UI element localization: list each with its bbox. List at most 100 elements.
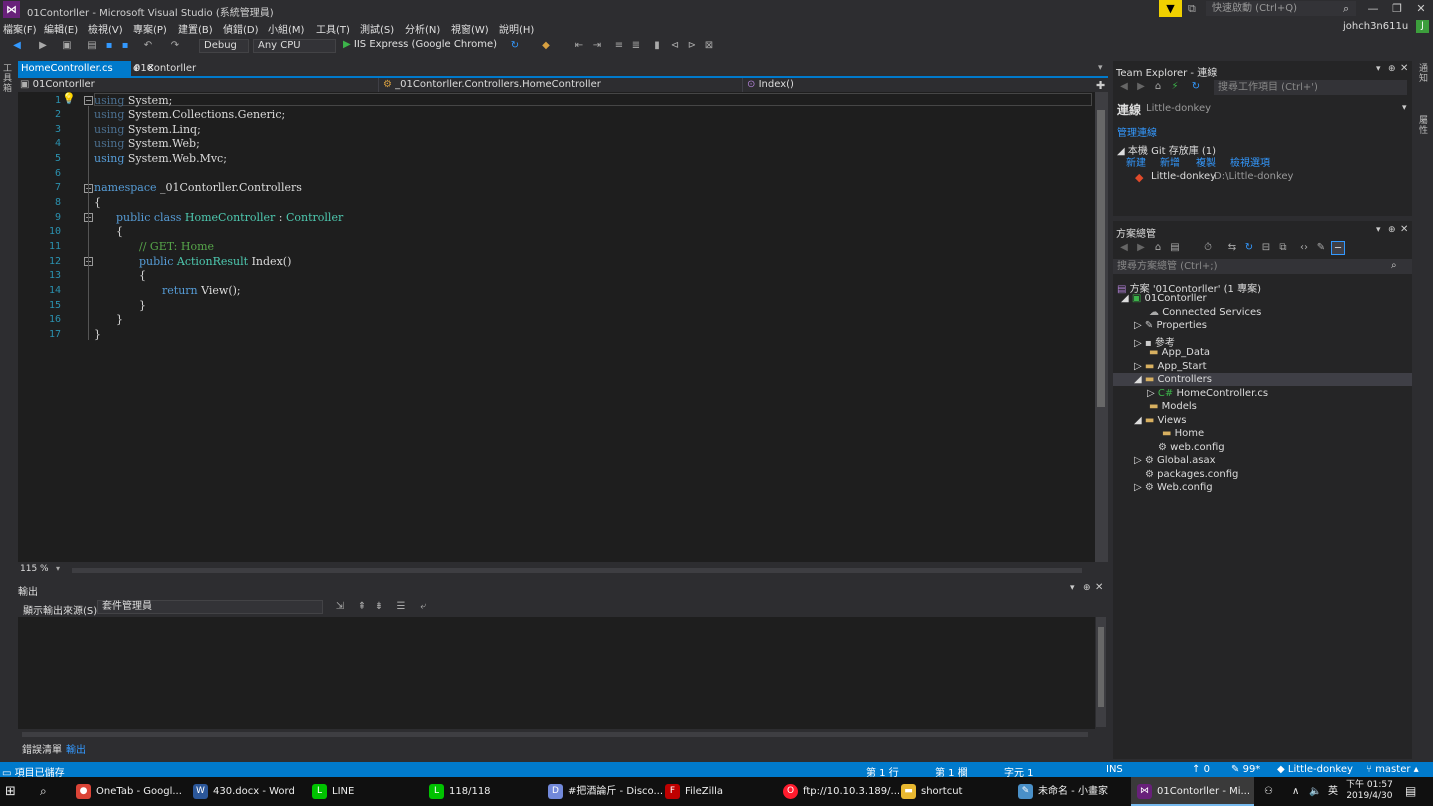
- find-message-icon[interactable]: ⇲: [333, 600, 347, 614]
- ime-indicator[interactable]: 英: [1328, 777, 1338, 806]
- prev-message-icon[interactable]: ⇞: [355, 600, 369, 614]
- home-icon[interactable]: ⌂: [1151, 80, 1165, 94]
- tab-output[interactable]: 輸出: [66, 741, 86, 756]
- refresh-icon[interactable]: ↻: [1242, 241, 1256, 255]
- section-dropdown-icon[interactable]: ▾: [1402, 103, 1407, 113]
- taskbar-word[interactable]: W 430.docx - Word: [193, 777, 295, 806]
- tree-item-home[interactable]: ▬ Home: [1162, 428, 1204, 439]
- restore-button[interactable]: ❐: [1386, 1, 1408, 17]
- notification-flag-icon[interactable]: ▼: [1159, 0, 1182, 17]
- back-icon[interactable]: ◀: [10, 39, 24, 53]
- clock[interactable]: 下午 01:57 2019/4/30: [1346, 780, 1393, 802]
- panel-pin-icon[interactable]: ⊕: [1083, 583, 1091, 593]
- panel-menu-icon[interactable]: ▾: [1070, 583, 1075, 593]
- save-icon[interactable]: ▪: [102, 39, 116, 53]
- feedback-icon[interactable]: ⧉: [1188, 2, 1196, 16]
- panel-pin-icon[interactable]: ⊕: [1388, 64, 1396, 74]
- class-combo[interactable]: ⚙ _01Contorller.Controllers.HomeControll…: [383, 78, 743, 92]
- start-button[interactable]: ⊞: [5, 777, 16, 806]
- save-all-icon[interactable]: ▪: [118, 39, 132, 53]
- bookmark-icon[interactable]: ▮: [650, 39, 664, 53]
- tree-item-app-data[interactable]: ▬ App_Data: [1149, 347, 1210, 358]
- panel-close-icon[interactable]: ✕: [1400, 63, 1408, 74]
- panel-pin-icon[interactable]: ⊕: [1388, 225, 1396, 235]
- forward-icon[interactable]: ▶: [1134, 80, 1148, 94]
- menu-build[interactable]: 建置(B): [178, 21, 213, 36]
- tree-item-global-asax[interactable]: ▷ ⚙ Global.asax: [1134, 455, 1216, 466]
- taskbar-filezilla[interactable]: F FileZilla: [665, 777, 723, 806]
- repo-action-new[interactable]: 新建: [1126, 154, 1146, 169]
- tree-item-app-start[interactable]: ▷ ▬ App_Start: [1134, 361, 1207, 372]
- tree-item-packages-config[interactable]: ⚙ packages.config: [1145, 469, 1238, 480]
- notification-center-icon[interactable]: ▤: [1405, 777, 1416, 806]
- status-repo[interactable]: ◆ Little-donkey: [1277, 764, 1353, 775]
- new-project-icon[interactable]: ▣: [60, 39, 74, 53]
- work-item-search-input[interactable]: 搜尋工作項目 (Ctrl+'): [1214, 80, 1407, 95]
- open-file-icon[interactable]: ▤: [85, 39, 99, 53]
- toolbox-tab[interactable]: 工具箱: [3, 64, 13, 94]
- comment-icon[interactable]: ≡: [612, 39, 626, 53]
- refresh-icon[interactable]: ↻: [1189, 80, 1203, 94]
- config-select[interactable]: Debug: [199, 39, 249, 53]
- browser-link-icon[interactable]: ◆: [539, 39, 553, 53]
- project-combo[interactable]: ▣ 01Contorller: [20, 78, 379, 92]
- notifications-tab[interactable]: 通知: [1419, 64, 1429, 84]
- tree-item-project[interactable]: ◢ ▣ 01Contorller: [1121, 293, 1207, 304]
- step-icon[interactable]: ⇤: [572, 39, 586, 53]
- people-icon[interactable]: ⚇: [1264, 777, 1273, 806]
- panel-menu-icon[interactable]: ▾: [1376, 225, 1381, 235]
- platform-select[interactable]: Any CPU: [253, 39, 336, 53]
- menu-analyze[interactable]: 分析(N): [405, 21, 440, 36]
- menu-window[interactable]: 視窗(W): [451, 21, 489, 36]
- editor-scroll-thumb[interactable]: [1097, 110, 1105, 407]
- repo-context[interactable]: Little-donkey: [1146, 103, 1211, 114]
- uncomment-icon[interactable]: ≣: [629, 39, 643, 53]
- panel-close-icon[interactable]: ✕: [1400, 224, 1408, 235]
- menu-file[interactable]: 檔案(F): [3, 21, 37, 36]
- tree-item-views-webconfig[interactable]: ⚙ web.config: [1158, 442, 1225, 453]
- forward-icon[interactable]: ▶: [36, 39, 50, 53]
- minimize-button[interactable]: —: [1362, 1, 1384, 17]
- collapse-toggle[interactable]: −: [84, 96, 93, 105]
- volume-icon[interactable]: 🔈: [1309, 777, 1321, 806]
- plug-icon[interactable]: ⚡: [1168, 80, 1182, 94]
- menu-tools[interactable]: 工具(T): [316, 21, 350, 36]
- repo-action-clone[interactable]: 複製: [1196, 154, 1216, 169]
- switch-views-icon[interactable]: ▤: [1168, 241, 1182, 255]
- repo-name[interactable]: Little-donkey: [1151, 171, 1216, 182]
- menu-view[interactable]: 檢視(V): [88, 21, 123, 36]
- view-code-icon[interactable]: ‹›: [1297, 241, 1311, 255]
- search-icon[interactable]: ⌕: [40, 777, 47, 806]
- repo-action-add[interactable]: 新增: [1160, 154, 1180, 169]
- panel-close-icon[interactable]: ✕: [1095, 582, 1103, 593]
- back-icon[interactable]: ◀: [1117, 80, 1131, 94]
- prev-bookmark-icon[interactable]: ⊲: [668, 39, 682, 53]
- member-combo[interactable]: ⊙ Index(): [747, 78, 1094, 92]
- pending-changes-icon[interactable]: ⏱: [1201, 241, 1215, 255]
- editor-horizontal-scrollbar[interactable]: [72, 568, 1082, 573]
- quick-launch-input[interactable]: 快速啟動 (Ctrl+Q): [1206, 1, 1356, 16]
- preview-icon[interactable]: ─: [1331, 241, 1345, 255]
- tab-homecontroller[interactable]: HomeController.cs ⊕ ✕: [18, 61, 155, 76]
- visual-studio-logo-icon[interactable]: ⋈: [3, 1, 20, 18]
- status-push[interactable]: ↑ 0: [1192, 764, 1210, 775]
- output-text-area[interactable]: [18, 617, 1095, 729]
- split-icon[interactable]: ✚: [1096, 79, 1105, 92]
- taskbar-discord[interactable]: D #把酒論斤 - Disco...: [548, 777, 663, 806]
- search-icon[interactable]: ⌕: [1343, 2, 1349, 16]
- solution-search-input[interactable]: 搜尋方案總管 (Ctrl+;): [1113, 259, 1412, 274]
- lightbulb-icon[interactable]: 💡: [62, 92, 76, 105]
- zoom-select[interactable]: 115 %: [20, 564, 49, 574]
- menu-edit[interactable]: 編輯(E): [44, 21, 78, 36]
- menu-project[interactable]: 專案(P): [133, 21, 167, 36]
- tree-item-connected-services[interactable]: ☁ Connected Services: [1149, 307, 1261, 318]
- word-wrap-icon[interactable]: ⤶: [416, 600, 430, 614]
- properties-wrench-icon[interactable]: ✎: [1314, 241, 1328, 255]
- menu-test[interactable]: 測試(S): [360, 21, 394, 36]
- taskbar-paint[interactable]: ✎ 未命名 - 小畫家: [1018, 777, 1108, 806]
- tab-overflow-icon[interactable]: ▾: [1098, 63, 1103, 73]
- zoom-dropdown-icon[interactable]: ▾: [56, 564, 60, 573]
- forward-icon[interactable]: ▶: [1134, 241, 1148, 255]
- run-button[interactable]: ▶ IIS Express (Google Chrome): [343, 39, 497, 50]
- tree-item-views[interactable]: ◢ ▬ Views: [1134, 415, 1186, 426]
